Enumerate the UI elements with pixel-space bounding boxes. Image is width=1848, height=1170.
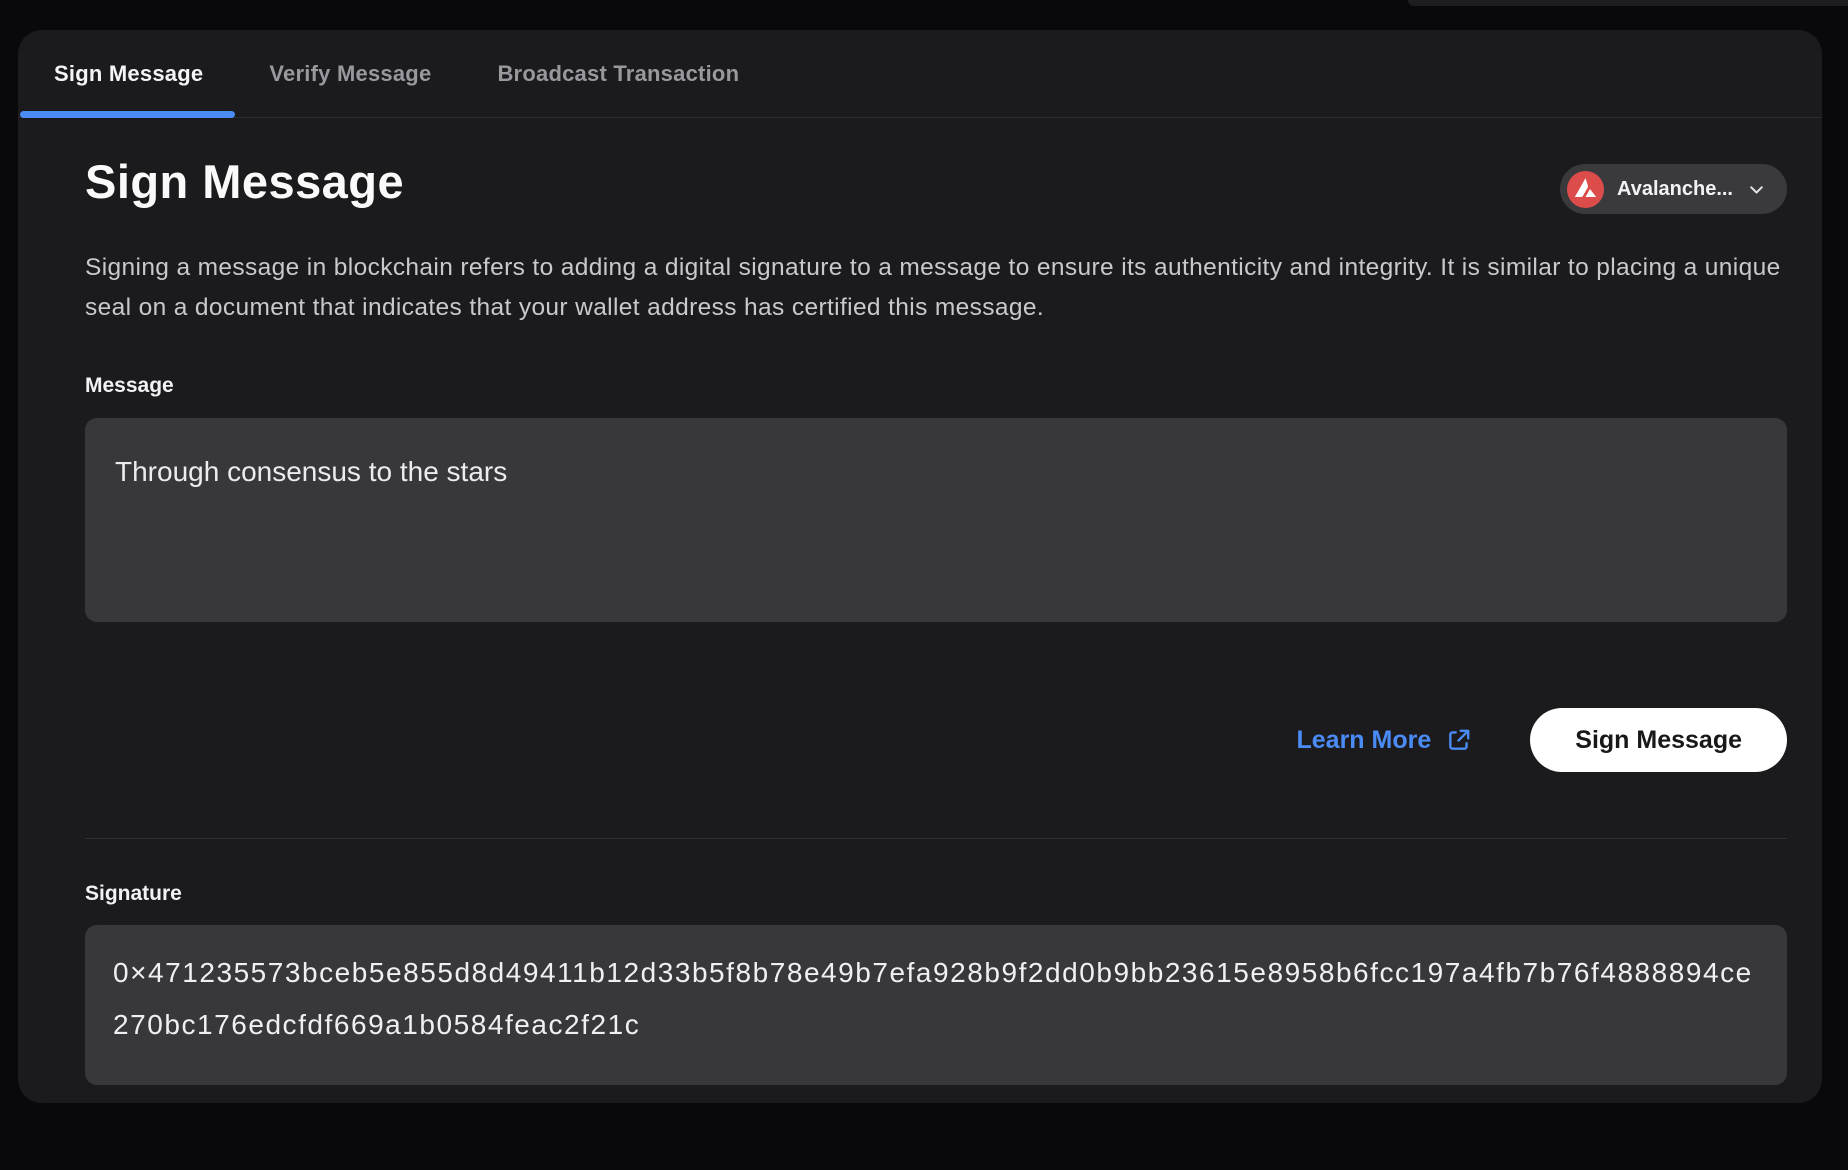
section-divider (85, 838, 1787, 839)
avalanche-icon (1567, 171, 1604, 208)
page-title: Sign Message (85, 154, 404, 209)
main-card: Sign Message Verify Message Broadcast Tr… (18, 30, 1822, 1103)
chevron-down-icon (1746, 179, 1767, 200)
sign-message-button[interactable]: Sign Message (1530, 708, 1787, 772)
tab-sign-message[interactable]: Sign Message (54, 30, 203, 117)
message-input[interactable]: Through consensus to the stars (85, 418, 1787, 622)
external-link-icon (1446, 727, 1472, 753)
learn-more-label: Learn More (1297, 726, 1432, 755)
network-selector-label: Avalanche... (1617, 178, 1733, 201)
signature-output: 0×471235573bceb5e855d8d49411b12d33b5f8b7… (85, 925, 1787, 1085)
message-label: Message (85, 374, 174, 398)
tab-broadcast-transaction[interactable]: Broadcast Transaction (497, 30, 739, 117)
page-description: Signing a message in blockchain refers t… (85, 248, 1790, 328)
tab-bar: Sign Message Verify Message Broadcast Tr… (18, 30, 1822, 118)
tab-verify-message[interactable]: Verify Message (269, 30, 431, 117)
network-selector[interactable]: Avalanche... (1560, 164, 1787, 214)
actions-row: Learn More Sign Message (1297, 708, 1788, 772)
top-edge-overlay (1408, 0, 1848, 6)
page-background: Sign Message Verify Message Broadcast Tr… (0, 0, 1848, 1170)
learn-more-link[interactable]: Learn More (1297, 726, 1473, 755)
signature-label: Signature (85, 882, 182, 906)
